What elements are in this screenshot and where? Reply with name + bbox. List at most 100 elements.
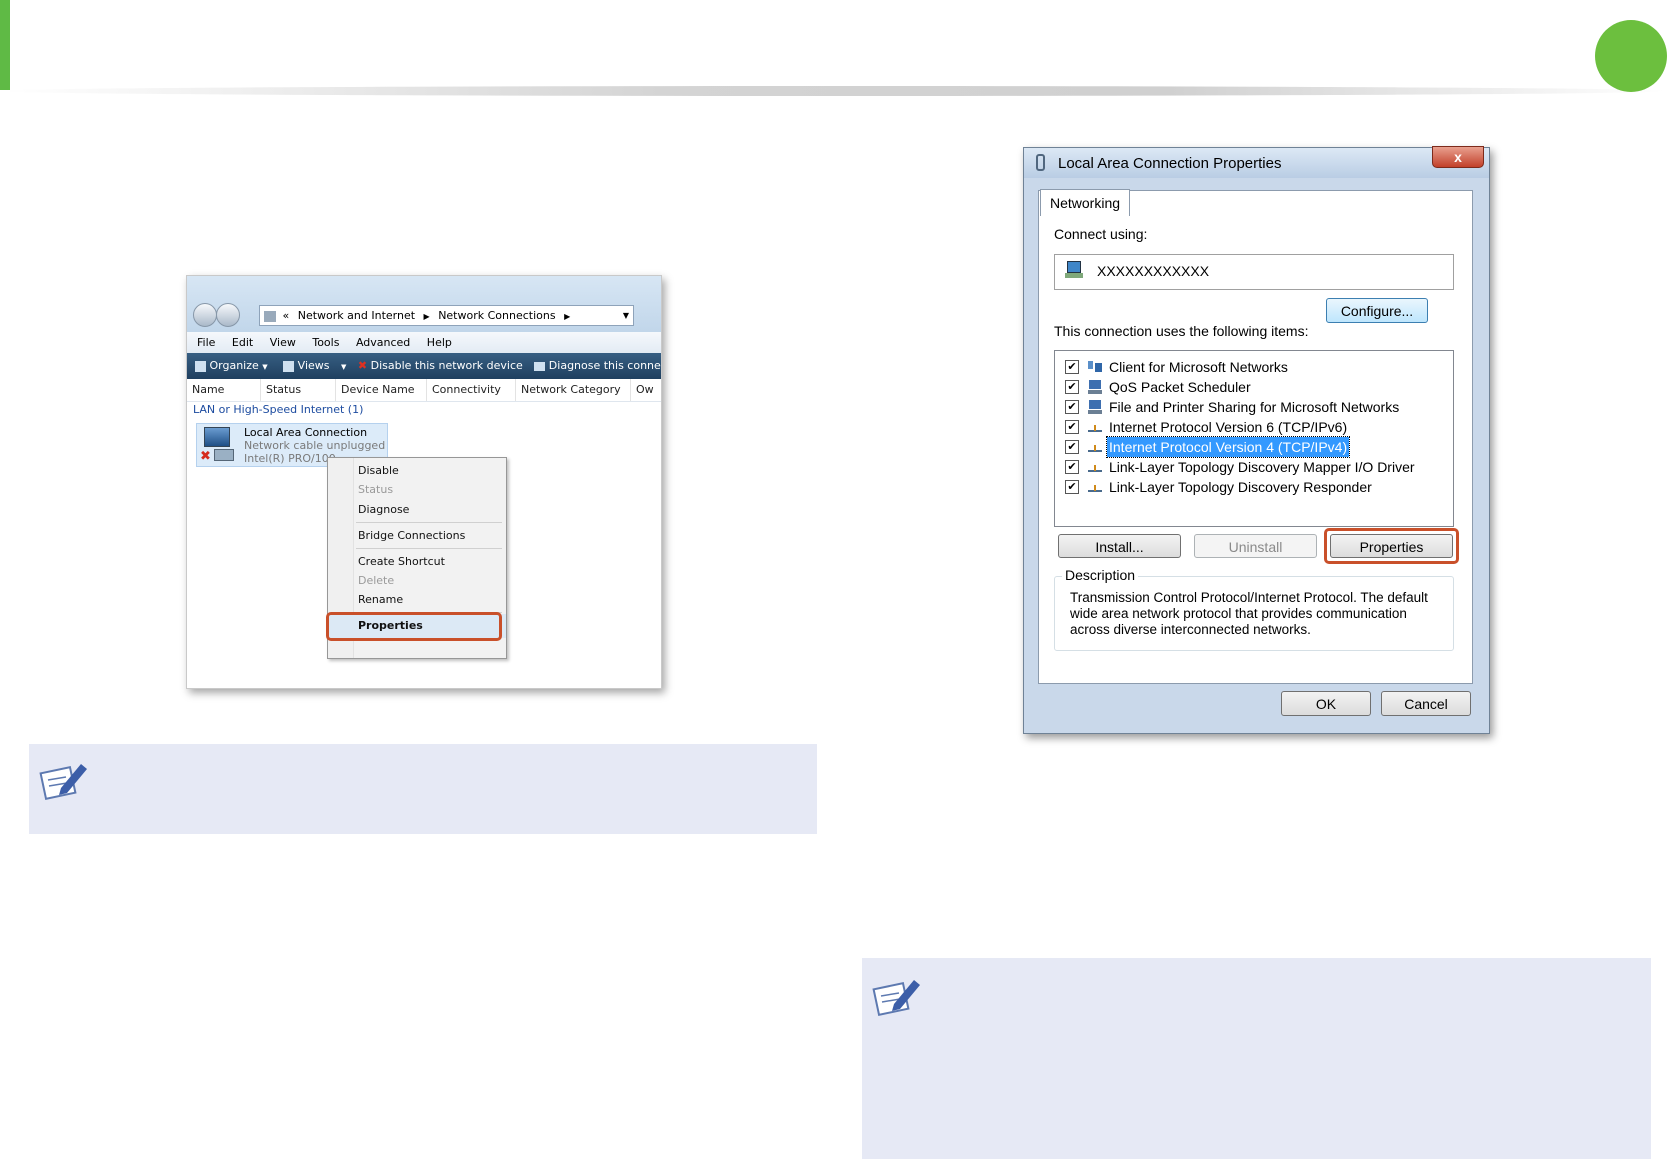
menu-item-disable[interactable]: Disable [358,464,399,477]
address-dropdown-icon[interactable]: ▼ [623,306,629,325]
connection-name: Local Area Connection [244,426,368,439]
item-label: QoS Packet Scheduler [1109,379,1251,395]
breadcrumb-network-internet[interactable]: Network and Internet [298,309,415,322]
menu-item-create-shortcut[interactable]: Create Shortcut [358,555,445,568]
connect-using-label: Connect using: [1054,226,1148,242]
network-adapter-icon: ✖ [200,427,234,463]
item-label: File and Printer Sharing for Microsoft N… [1109,399,1400,415]
protocol-icon [1088,485,1102,492]
uninstall-button: Uninstall [1194,534,1317,558]
checkbox[interactable]: ✔ [1065,380,1079,394]
menu-tools[interactable]: Tools [312,336,339,349]
back-button[interactable] [193,303,217,327]
properties-highlight-ring [326,612,502,641]
header-rule [0,86,1667,96]
address-chevrons: « [282,309,290,322]
menu-view[interactable]: View [270,336,296,349]
breadcrumb-arrow-icon: ▶ [423,312,430,321]
protocol-icon [1088,445,1102,452]
dropdown-icon: ▼ [262,363,268,371]
network-adapter-icon [1065,261,1083,279]
configure-button[interactable]: Configure... [1326,298,1428,323]
items-list: ✔ Client for Microsoft Networks ✔ QoS Pa… [1054,350,1454,527]
menu-advanced[interactable]: Advanced [356,336,410,349]
dialog-title: Local Area Connection Properties [1058,155,1282,172]
install-button[interactable]: Install... [1058,534,1181,558]
item-label: Link-Layer Topology Discovery Mapper I/O… [1109,459,1415,475]
network-plug-icon [1036,154,1045,171]
menu-bar: File Edit View Tools Advanced Help [187,332,661,354]
note-pencil-icon [39,764,87,801]
checkbox[interactable]: ✔ [1065,400,1079,414]
adapter-field: XXXXXXXXXXXX [1054,254,1454,290]
menu-item-delete: Delete [358,574,395,587]
disable-device-button[interactable]: ✖ Disable this network device [358,359,526,372]
client-network-icon [1088,361,1102,372]
forward-button[interactable] [216,303,240,327]
red-x-icon: ✖ [357,359,368,372]
item-label: Client for Microsoft Networks [1109,359,1288,375]
items-label: This connection uses the following items… [1054,323,1309,339]
description-text: Transmission Control Protocol/Internet P… [1070,590,1428,637]
page-accent-bar [0,0,10,90]
menu-item-status: Status [358,483,394,496]
diagnose-icon [534,361,546,371]
group-header: LAN or High-Speed Internet (1) [193,403,364,416]
column-status[interactable]: Status [261,379,336,401]
column-network-category[interactable]: Network Category [516,379,631,401]
column-connectivity[interactable]: Connectivity [427,379,516,401]
column-owner[interactable]: Ow [631,379,661,401]
protocol-icon [1088,465,1102,472]
context-menu: Disable Status Diagnose Bridge Connectio… [326,457,507,659]
breadcrumb-arrow-icon: ▶ [564,312,571,321]
menu-item-diagnose[interactable]: Diagnose [358,503,409,516]
breadcrumb-network-connections[interactable]: Network Connections [438,309,555,322]
menu-item-rename[interactable]: Rename [358,593,403,606]
service-computer-icon [1088,400,1102,414]
checkbox[interactable]: ✔ [1065,360,1079,374]
note-box [862,958,1651,1159]
tab-networking[interactable]: Networking [1040,189,1130,216]
command-toolbar: Organize ▼ Views ▼ ✖ Disable this networ… [187,353,661,379]
cancel-button[interactable]: Cancel [1381,691,1471,716]
close-button[interactable]: x [1432,146,1484,168]
address-box[interactable]: « Network and Internet ▶ Network Connect… [259,305,634,326]
menu-help[interactable]: Help [427,336,452,349]
views-icon [283,360,295,372]
properties-highlight-ring [1324,528,1459,564]
dialog-titlebar: Local Area Connection Properties x [1024,146,1489,178]
dropdown-icon: ▼ [341,363,347,371]
organize-button[interactable]: Organize ▼ [195,359,271,372]
item-label: Internet Protocol Version 4 (TCP/IPv4) [1105,436,1351,458]
connection-status: Network cable unplugged [244,439,386,452]
checkbox[interactable]: ✔ [1065,420,1079,434]
checkbox[interactable]: ✔ [1065,460,1079,474]
views-button[interactable]: Views ▼ [283,359,350,372]
menu-file[interactable]: File [197,336,215,349]
column-device-name[interactable]: Device Name [336,379,427,401]
organize-icon [195,360,206,372]
note-box [29,744,817,834]
network-connections-window: « Network and Internet ▶ Network Connect… [186,275,662,689]
diagnose-button[interactable]: Diagnose this connec [534,359,661,372]
menu-separator [356,548,502,549]
menu-edit[interactable]: Edit [232,336,253,349]
organize-label: Organize [209,359,259,372]
service-computer-icon [1088,380,1102,394]
menu-item-bridge[interactable]: Bridge Connections [358,529,465,542]
checkbox[interactable]: ✔ [1065,480,1079,494]
local-area-connection-properties-dialog: Local Area Connection Properties x Netwo… [1023,146,1490,734]
menu-separator [356,522,502,523]
adapter-name: XXXXXXXXXXXX [1097,263,1210,279]
views-label: Views [297,359,330,372]
page-marker-dot [1595,20,1667,92]
description-legend: Description [1062,567,1139,583]
item-label: Link-Layer Topology Discovery Responder [1109,479,1372,495]
connection-device: Intel(R) PRO/100 [244,452,336,465]
checkbox[interactable]: ✔ [1065,440,1079,454]
column-name[interactable]: Name [187,379,261,401]
ok-button[interactable]: OK [1281,691,1371,716]
disable-device-label: Disable this network device [370,359,523,372]
note-pencil-icon [872,980,920,1017]
column-headers: Name Status Device Name Connectivity Net… [187,379,661,402]
